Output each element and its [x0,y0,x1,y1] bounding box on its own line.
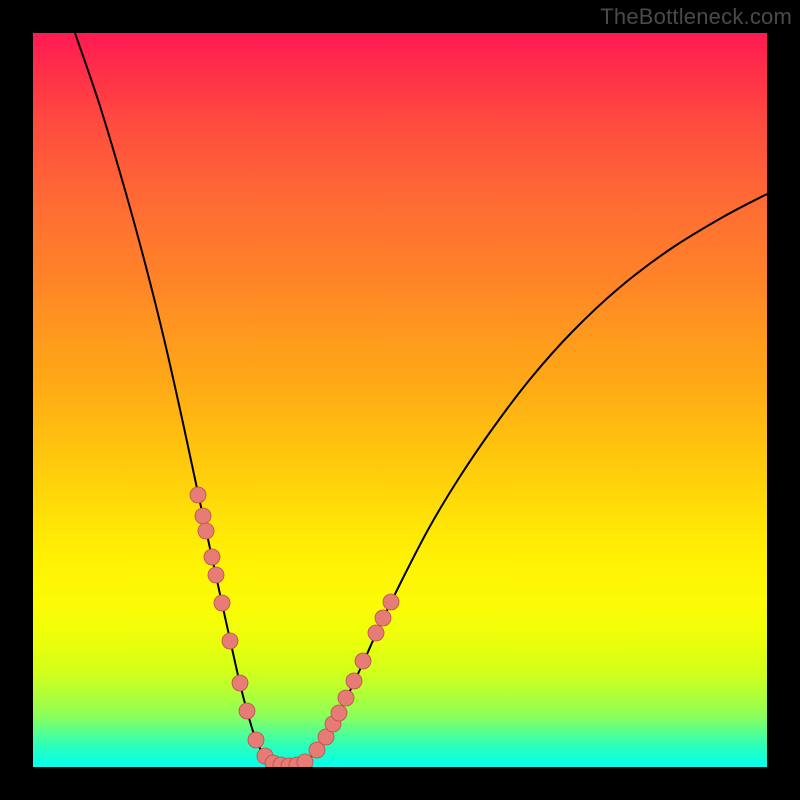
data-point-marker [375,610,391,626]
data-point-marker [297,754,313,767]
data-point-marker [331,705,347,721]
data-point-marker [222,633,238,649]
chart-svg [33,33,767,767]
data-point-marker [232,675,248,691]
data-point-marker [190,487,206,503]
data-point-marker [355,653,371,669]
data-point-marker [346,673,362,689]
data-point-marker [248,732,264,748]
plot-area [33,33,767,767]
chart-frame: TheBottleneck.com [0,0,800,800]
data-point-marker [195,508,211,524]
data-markers [190,487,399,767]
watermark-text: TheBottleneck.com [600,4,792,30]
data-point-marker [208,567,224,583]
data-point-marker [214,595,230,611]
bottleneck-curve [75,33,767,766]
data-point-marker [239,703,255,719]
data-point-marker [368,625,384,641]
data-point-marker [383,594,399,610]
data-point-marker [198,523,214,539]
data-point-marker [338,690,354,706]
data-point-marker [204,549,220,565]
